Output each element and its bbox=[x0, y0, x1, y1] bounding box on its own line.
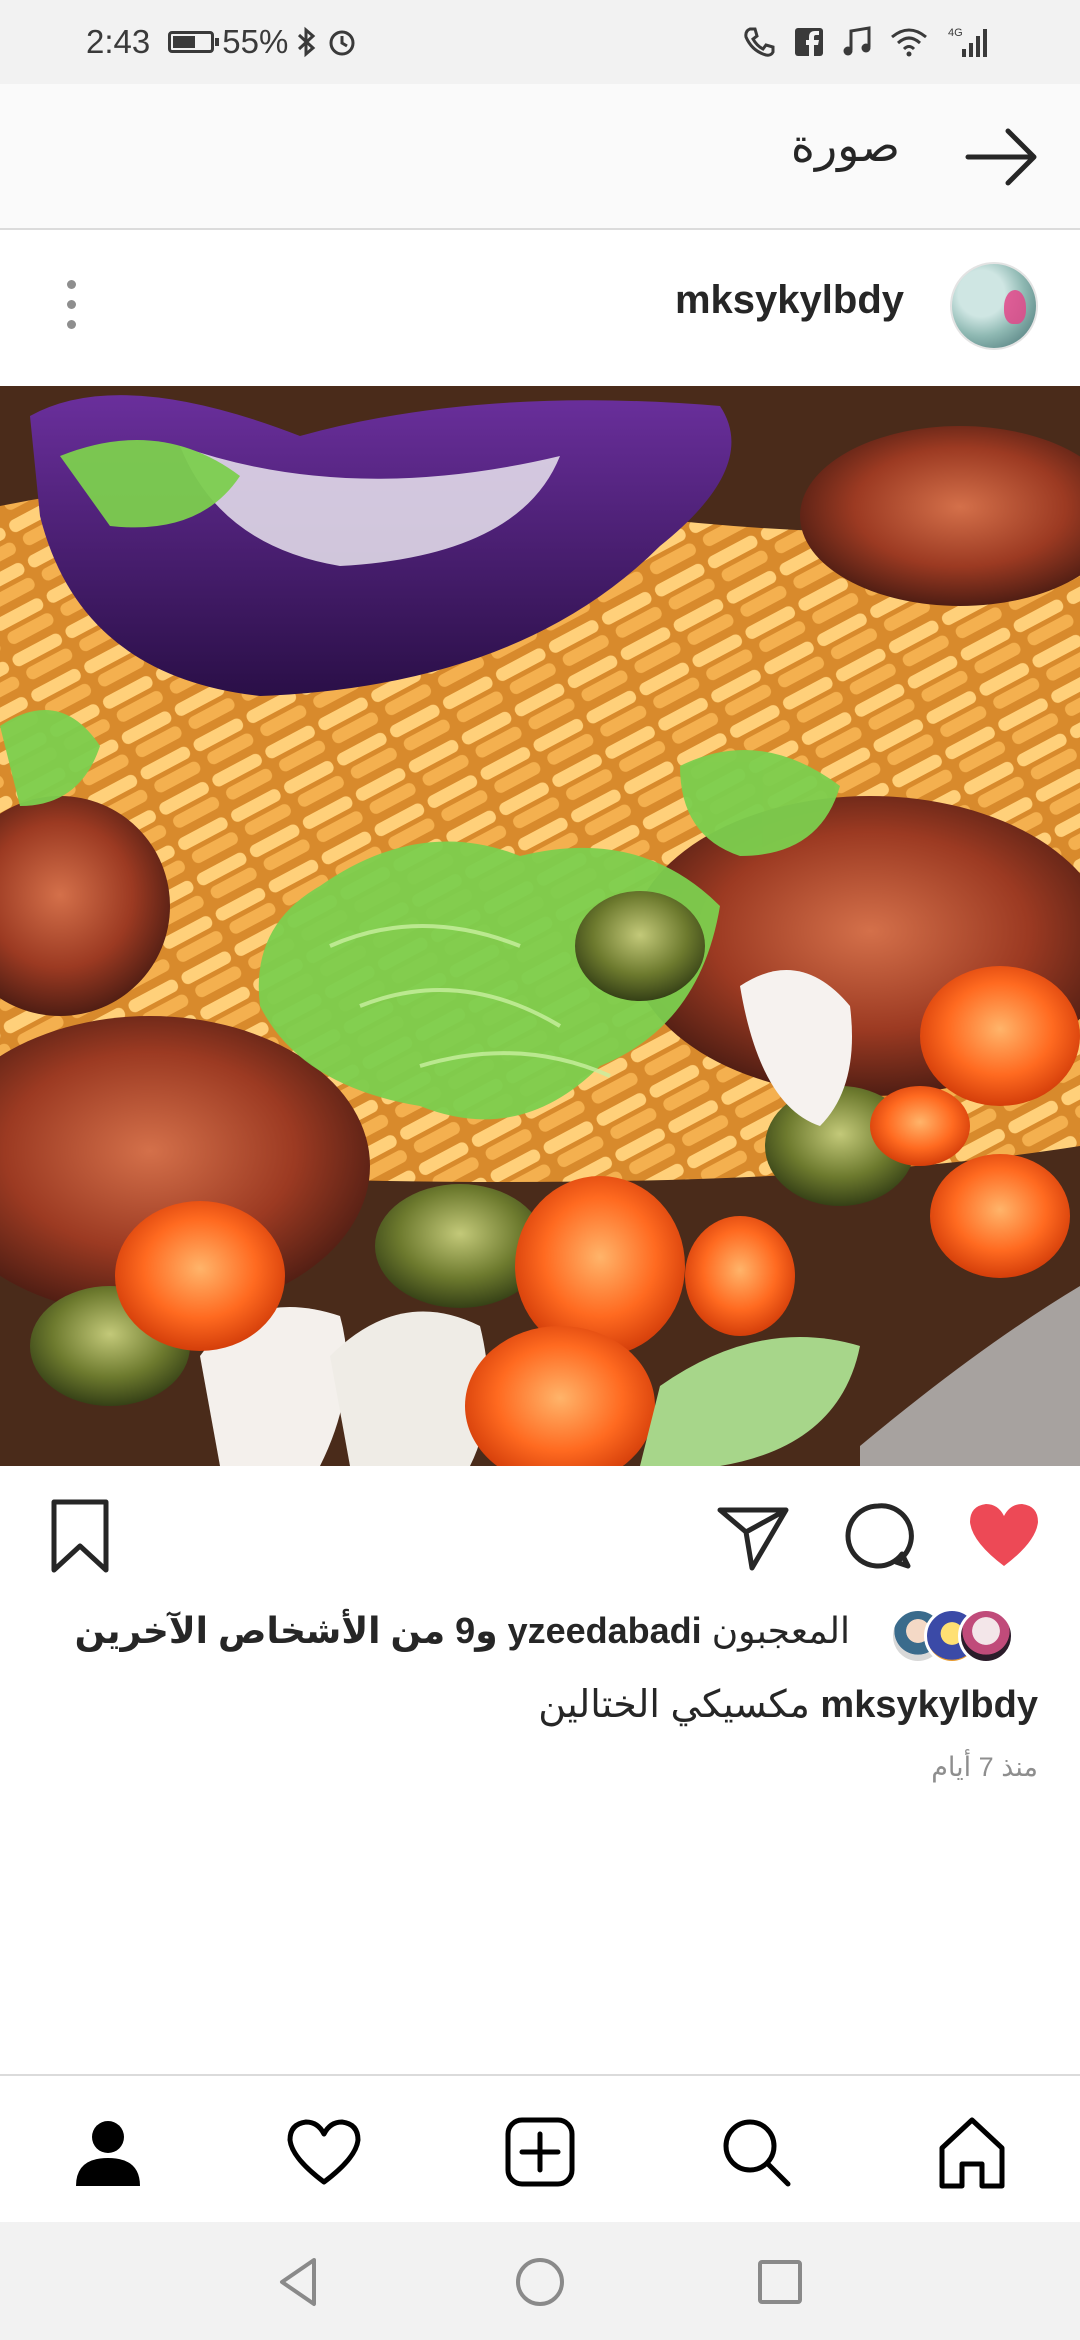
nav-new-post[interactable] bbox=[500, 2112, 580, 2192]
post-username[interactable]: mksykylbdy bbox=[675, 278, 904, 323]
likes-summary[interactable]: المعجبون yzeedabadi و9 من الأشخاص الآخري… bbox=[75, 1610, 850, 1652]
nav-search[interactable] bbox=[716, 2112, 796, 2192]
post-photo[interactable] bbox=[0, 386, 1080, 1466]
likes-row[interactable]: المعجبون yzeedabadi و9 من الأشخاص الآخري… bbox=[0, 1598, 1080, 1678]
alarm-icon bbox=[329, 30, 355, 56]
plus-square-icon bbox=[505, 2117, 575, 2187]
battery-icon bbox=[168, 31, 220, 53]
likes-prefix: المعجبون bbox=[711, 1610, 850, 1651]
wifi-icon bbox=[891, 28, 927, 57]
liker-avatars bbox=[888, 1608, 1014, 1666]
heart-icon bbox=[287, 2119, 361, 2185]
caption-text: مكسيكي الختالين bbox=[538, 1684, 810, 1726]
bottom-nav bbox=[0, 2074, 1080, 2222]
avatar[interactable] bbox=[950, 262, 1038, 350]
likes-suffix[interactable]: و9 من الأشخاص الآخرين bbox=[75, 1610, 498, 1651]
profile-icon bbox=[76, 2121, 140, 2186]
back-triangle-icon[interactable] bbox=[270, 2252, 330, 2312]
caption: mksykylbdy مكسيكي الختالين bbox=[538, 1682, 1038, 1727]
arrow-right-icon[interactable] bbox=[962, 122, 1042, 192]
likes-user[interactable]: yzeedabadi bbox=[508, 1610, 702, 1651]
app-header: صورة bbox=[0, 84, 1080, 230]
avatar bbox=[958, 1608, 1014, 1664]
status-right: 4G bbox=[742, 0, 990, 84]
system-nav bbox=[0, 2222, 1080, 2340]
post-header: mksykylbdy bbox=[0, 230, 1080, 386]
send-icon[interactable] bbox=[712, 1496, 792, 1576]
facebook-icon bbox=[795, 28, 823, 57]
heart-filled-icon[interactable] bbox=[964, 1496, 1044, 1576]
search-icon bbox=[723, 2119, 791, 2187]
signal-icon: 4G bbox=[948, 27, 987, 57]
more-vertical-icon[interactable] bbox=[56, 280, 86, 340]
music-icon bbox=[843, 26, 871, 56]
page-title: صورة bbox=[790, 119, 900, 171]
nav-home[interactable] bbox=[932, 2112, 1012, 2192]
bookmark-icon[interactable] bbox=[40, 1496, 120, 1576]
nav-activity[interactable] bbox=[284, 2112, 364, 2192]
home-circle-icon[interactable] bbox=[510, 2252, 570, 2312]
bluetooth-icon bbox=[298, 26, 316, 58]
nav-profile[interactable] bbox=[68, 2112, 148, 2192]
comment-icon[interactable] bbox=[838, 1496, 918, 1576]
battery-percent: 55% bbox=[222, 23, 289, 60]
status-left: 2:43 55% bbox=[86, 0, 358, 84]
food-photo-image bbox=[0, 386, 1080, 1466]
svg-text:4G: 4G bbox=[948, 27, 963, 39]
status-time: 2:43 bbox=[86, 23, 151, 60]
recent-apps-icon[interactable] bbox=[750, 2252, 810, 2312]
post-actions bbox=[0, 1466, 1080, 1598]
home-icon bbox=[939, 2117, 1005, 2189]
call-icon bbox=[744, 27, 775, 57]
caption-username[interactable]: mksykylbdy bbox=[820, 1684, 1038, 1726]
post-timestamp: منذ 7 أيام bbox=[931, 1752, 1038, 1782]
status-bar: 2:43 55% 4G bbox=[0, 0, 1080, 84]
